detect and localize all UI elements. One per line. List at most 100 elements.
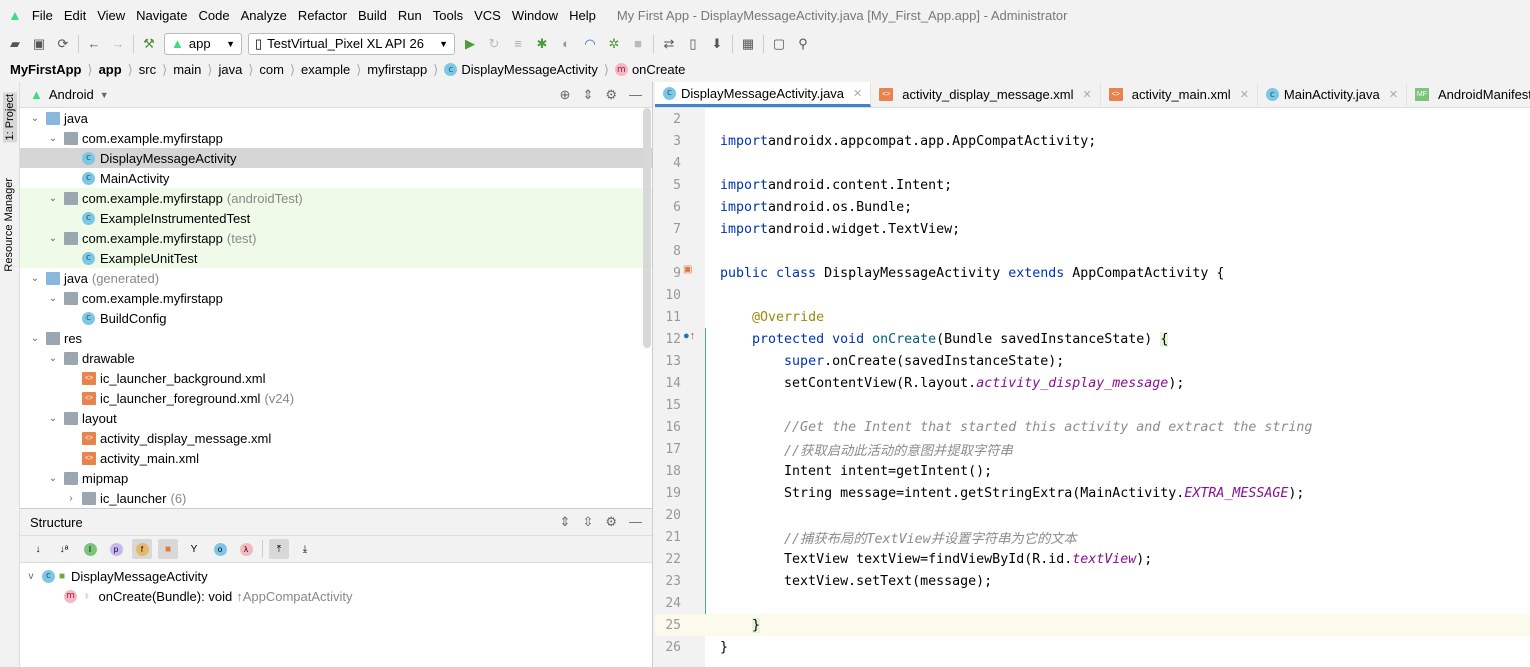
menu-run[interactable]: Run — [398, 8, 422, 23]
tree-item[interactable]: <> activity_display_message.xml — [20, 428, 652, 448]
menu-code[interactable]: Code — [198, 8, 229, 23]
tree-item[interactable]: ⌄ com.example.myfirstapp (test) — [20, 228, 652, 248]
save-icon[interactable]: ▣ — [30, 35, 48, 53]
tree-item[interactable]: <> activity_main.xml — [20, 448, 652, 468]
tree-item[interactable]: c MainActivity — [20, 168, 652, 188]
lambda-icon[interactable]: λ — [236, 539, 256, 559]
tree-item[interactable]: c ExampleInstrumentedTest — [20, 208, 652, 228]
tree-item[interactable]: ⌄ java (generated) — [20, 268, 652, 288]
tree-item[interactable]: c BuildConfig — [20, 308, 652, 328]
minimize-icon[interactable]: — — [629, 514, 642, 530]
back-icon[interactable]: ← — [85, 35, 103, 53]
device-select[interactable]: ▯ TestVirtual_Pixel XL API 26 ▼ — [248, 32, 455, 55]
tree-item[interactable]: ⌄ com.example.myfirstapp — [20, 128, 652, 148]
breadcrumb-item[interactable]: example — [301, 62, 350, 77]
menu-file[interactable]: File — [32, 8, 53, 23]
coverage-icon[interactable]: ◐ — [557, 35, 575, 53]
build-hammer-icon[interactable]: ⚒ — [140, 35, 158, 53]
editor-tab[interactable]: c DisplayMessageActivity.java ✕ — [655, 82, 872, 107]
chevron-down-icon[interactable]: ⌄ — [46, 353, 60, 364]
autoscroll-from-source-icon[interactable]: ⤓ — [295, 539, 315, 559]
tree-item[interactable]: <> ic_launcher_background.xml — [20, 368, 652, 388]
close-tab-icon[interactable]: ✕ — [853, 87, 862, 100]
project-structure-icon[interactable]: ▦ — [739, 35, 757, 53]
tree-item[interactable]: <> ic_launcher_foreground.xml (v24) — [20, 388, 652, 408]
override-marker-icon[interactable]: ●↑ — [683, 330, 695, 342]
menu-edit[interactable]: Edit — [64, 8, 86, 23]
tree-item[interactable]: ⌄ com.example.myfirstapp (androidTest) — [20, 188, 652, 208]
module-select[interactable]: ▲ app ▼ — [164, 32, 242, 55]
chevron-right-icon[interactable]: › — [64, 493, 78, 504]
close-tab-icon[interactable]: ✕ — [1083, 88, 1092, 101]
apply-code-changes-icon[interactable]: ≡ — [509, 35, 527, 53]
editor-tab[interactable]: <> activity_display_message.xml ✕ — [871, 82, 1101, 107]
avd-manager-icon[interactable]: ▯ — [684, 35, 702, 53]
chevron-down-icon[interactable]: ⌄ — [46, 293, 60, 304]
expand-all-icon[interactable]: ⇕ — [560, 514, 571, 530]
editor-tab[interactable]: MFAndroidManifest.xml✕ — [1407, 82, 1530, 107]
sort-alphabetically-icon[interactable]: ↓ᵃ — [54, 539, 74, 559]
apply-changes-icon[interactable]: ↻ — [485, 35, 503, 53]
menu-help[interactable]: Help — [569, 8, 596, 23]
search-icon[interactable]: ⚲ — [794, 35, 812, 53]
autoscroll-to-source-icon[interactable]: ⤒ — [269, 539, 289, 559]
editor-tab[interactable]: c MainActivity.java ✕ — [1258, 82, 1407, 107]
chevron-down-icon[interactable]: ▼ — [100, 90, 109, 100]
breadcrumb-item[interactable]: m onCreate — [614, 62, 685, 77]
chevron-down-icon[interactable]: ⌄ — [46, 233, 60, 244]
profile-icon[interactable]: ◠ — [581, 35, 599, 53]
menu-tools[interactable]: Tools — [433, 8, 463, 23]
breadcrumb-item[interactable]: app — [99, 62, 122, 77]
project-view-select[interactable]: Android — [49, 87, 94, 102]
tree-item[interactable]: ⌄ drawable — [20, 348, 652, 368]
code-area[interactable]: 2 3 importandroidx.appcompat.app.AppCompat… — [655, 108, 1530, 658]
terminal-icon[interactable]: ▢ — [770, 35, 788, 53]
breadcrumb-item[interactable]: java — [218, 62, 242, 77]
sync-icon[interactable]: ⟳ — [54, 35, 72, 53]
chevron-down-icon[interactable]: ⌄ — [46, 133, 60, 144]
resource-manager-tab[interactable]: Resource Manager — [3, 178, 15, 272]
chevron-down-icon[interactable]: ⌄ — [46, 413, 60, 424]
chevron-down-icon[interactable]: ⌄ — [46, 193, 60, 204]
show-non-public-icon[interactable]: ■ — [158, 539, 178, 559]
show-lambdas-icon[interactable]: Y — [184, 539, 204, 559]
show-inherited-icon[interactable]: I — [80, 539, 100, 559]
menu-navigate[interactable]: Navigate — [136, 8, 187, 23]
layout-link-icon[interactable]: ▣ — [683, 264, 692, 275]
attach-debugger-icon[interactable]: ✲ — [605, 35, 623, 53]
tree-item[interactable]: › ic_launcher (6) — [20, 488, 652, 508]
close-tab-icon[interactable]: ✕ — [1389, 88, 1398, 101]
debug-icon[interactable]: ✱ — [533, 35, 551, 53]
tree-item[interactable]: c ExampleUnitTest — [20, 248, 652, 268]
menu-build[interactable]: Build — [358, 8, 387, 23]
tree-item[interactable]: c DisplayMessageActivity — [20, 148, 652, 168]
tree-item[interactable]: ⌄ com.example.myfirstapp — [20, 288, 652, 308]
chevron-down-icon[interactable]: ⌄ — [46, 473, 60, 484]
breadcrumb-item[interactable]: main — [173, 62, 201, 77]
chevron-down-icon[interactable]: ⌄ — [28, 333, 42, 344]
collapse-all-icon[interactable]: ⇕ — [582, 87, 593, 103]
structure-class-row[interactable]: vc ■ DisplayMessageActivity — [20, 566, 652, 586]
gear-icon[interactable]: ⚙ — [605, 514, 617, 530]
forward-icon[interactable]: → — [109, 35, 127, 53]
open-icon[interactable]: ▰ — [6, 35, 24, 53]
tree-item[interactable]: ⌄ mipmap — [20, 468, 652, 488]
tree-item[interactable]: ⌄ layout — [20, 408, 652, 428]
code-editor[interactable]: c DisplayMessageActivity.java ✕ <> activity_… — [655, 82, 1530, 667]
sdk-manager-icon[interactable]: ⬇ — [708, 35, 726, 53]
gear-icon[interactable]: ⚙ — [605, 87, 617, 103]
collapse-all-icon[interactable]: ⇳ — [582, 514, 593, 530]
project-scrollbar[interactable] — [643, 108, 651, 348]
close-tab-icon[interactable]: ✕ — [1240, 88, 1249, 101]
tree-item[interactable]: ⌄ res — [20, 328, 652, 348]
menu-refactor[interactable]: Refactor — [298, 8, 347, 23]
project-tool-tab[interactable]: 1: Project — [3, 92, 17, 143]
stop-icon[interactable]: ■ — [629, 35, 647, 53]
run-icon[interactable]: ▶ — [461, 35, 479, 53]
editor-tab[interactable]: <> activity_main.xml ✕ — [1101, 82, 1258, 107]
breadcrumb-item[interactable]: c DisplayMessageActivity — [444, 62, 598, 77]
menu-view[interactable]: View — [97, 8, 125, 23]
show-properties-icon[interactable]: p — [106, 539, 126, 559]
breadcrumb-item[interactable]: myfirstapp — [367, 62, 427, 77]
show-fields-icon[interactable]: f — [132, 539, 152, 559]
